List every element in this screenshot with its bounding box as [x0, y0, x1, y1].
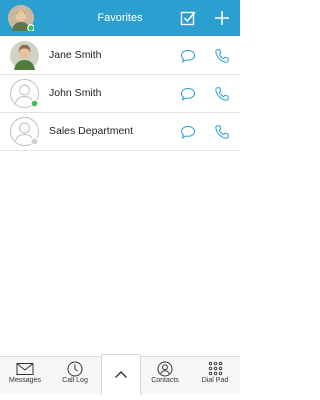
- clock-icon: [67, 361, 83, 377]
- status-online-indicator: [30, 99, 39, 108]
- list-item-sales-department[interactable]: Sales Department: [0, 113, 240, 151]
- contact-name: Jane Smith: [49, 49, 102, 61]
- avatar: [10, 41, 39, 70]
- tab-label: Messages: [9, 377, 41, 384]
- contact-name: Sales Department: [49, 125, 134, 137]
- default-avatar-icon: [10, 79, 39, 108]
- contact-icon: [157, 361, 173, 377]
- tab-contacts[interactable]: Contacts: [144, 357, 186, 394]
- app-header: Favorites: [0, 0, 240, 36]
- chat-bubble-icon: [180, 49, 196, 63]
- call-button[interactable]: [214, 48, 230, 64]
- list-item-jane-smith[interactable]: Jane Smith: [0, 37, 240, 75]
- favorites-list: Jane Smith John Smith Sales Department: [0, 37, 240, 151]
- chat-bubble-icon: [180, 87, 196, 101]
- tab-label: Call Log: [62, 377, 88, 384]
- contact-photo-icon: [10, 41, 39, 70]
- dialpad-icon: [208, 361, 222, 376]
- add-favorite-button[interactable]: [213, 9, 231, 27]
- phone-icon: [215, 49, 229, 63]
- message-button[interactable]: [180, 86, 196, 102]
- add-icon: [215, 11, 229, 25]
- tab-call-log[interactable]: Call Log: [54, 357, 96, 394]
- expand-menu-button[interactable]: [101, 354, 141, 395]
- call-button[interactable]: [214, 124, 230, 140]
- tab-label: Contacts: [151, 377, 179, 384]
- contact-name: John Smith: [49, 87, 102, 99]
- my-avatar[interactable]: [8, 5, 34, 31]
- bottom-tab-bar: Messages Call Log Contacts Dial Pad: [0, 354, 240, 395]
- message-button[interactable]: [180, 124, 196, 140]
- list-item-john-smith[interactable]: John Smith: [0, 75, 240, 113]
- default-avatar-icon: [10, 117, 39, 146]
- select-checkbox-icon: [180, 11, 196, 26]
- page-title: Favorites: [97, 12, 143, 24]
- user-photo-icon: [8, 5, 34, 31]
- phone-icon: [215, 87, 229, 101]
- avatar: [10, 79, 39, 108]
- phone-icon: [215, 125, 229, 139]
- call-button[interactable]: [214, 86, 230, 102]
- chat-bubble-icon: [180, 125, 196, 139]
- envelope-icon: [16, 363, 34, 375]
- chevron-up-icon: [115, 371, 127, 378]
- select-button[interactable]: [179, 9, 197, 27]
- tab-messages[interactable]: Messages: [4, 357, 46, 394]
- tab-dial-pad[interactable]: Dial Pad: [193, 357, 237, 394]
- tab-label: Dial Pad: [201, 377, 229, 384]
- message-button[interactable]: [180, 48, 196, 64]
- status-offline-indicator: [30, 137, 39, 146]
- avatar: [10, 117, 39, 146]
